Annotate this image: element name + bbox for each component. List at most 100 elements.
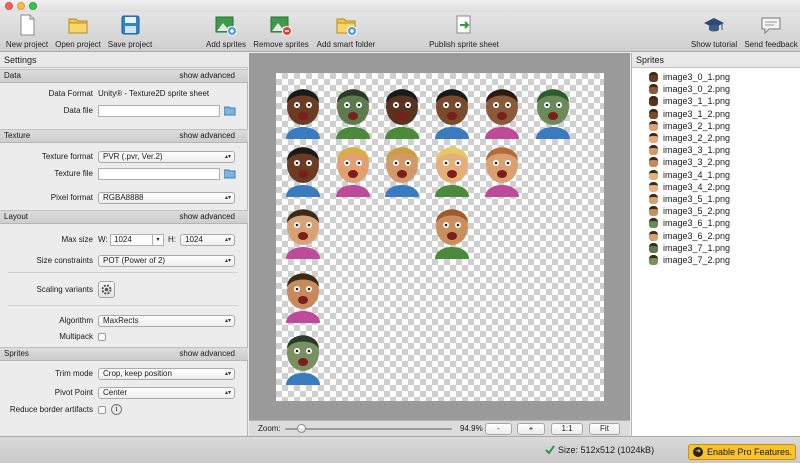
sprite-list-item[interactable]: image3_7_2.png [649,254,730,266]
chevron-down-icon[interactable]: ▾ [152,235,163,245]
zoom-window-button[interactable] [29,2,37,10]
sprite-image[interactable] [278,323,328,385]
open-project-button[interactable]: Open project [53,14,103,50]
send-feedback-button[interactable]: Send feedback [744,14,798,50]
sprite-list-item[interactable]: image3_5_1.png [649,193,730,205]
zoom-out-button[interactable]: - [485,423,512,435]
sprite-image[interactable] [377,77,427,139]
sprite-list-item[interactable]: image3_3_2.png [649,156,730,168]
sprites-panel-title: Sprites [632,53,800,68]
data-show-advanced-link[interactable]: show advanced [179,70,235,82]
data-file-input[interactable] [98,105,220,117]
zoom-fit-button[interactable]: Fit [589,423,620,435]
sprite-list-item[interactable]: image3_0_1.png [649,71,730,83]
enable-pro-features-button[interactable]: ➜ Enable Pro Features. [688,444,796,460]
publish-icon [453,14,475,36]
multipack-checkbox[interactable] [98,333,106,341]
pivot-point-value: Center [103,388,128,397]
max-width-combo[interactable]: 1024 ▾ [110,234,164,246]
pixel-format-select[interactable]: RGBA8888 ▴▾ [98,192,235,204]
sprite-list-item[interactable]: image3_6_2.png [649,230,730,242]
texture-file-input[interactable] [98,168,220,180]
algorithm-select[interactable]: MaxRects ▴▾ [98,315,235,327]
sprite-list-item[interactable]: image3_4_1.png [649,169,730,181]
reduce-border-checkbox[interactable] [98,406,106,414]
trim-mode-select[interactable]: Crop, keep position ▴▾ [98,368,235,380]
zoom-value: 94.9% [460,424,483,433]
sprite-list-item[interactable]: image3_0_2.png [649,83,730,95]
folder-icon [67,14,89,36]
zoom-slider-thumb[interactable] [297,424,306,433]
data-format-value[interactable]: Unity® - Texture2D sprite sheet [98,87,209,101]
sprite-image[interactable] [477,77,527,139]
remove-sprites-label: Remove sprites [253,40,309,49]
new-project-button[interactable]: New project [4,14,50,50]
sprite-sheet-preview[interactable] [276,73,604,401]
chevron-updown-icon: ▴▾ [224,371,231,377]
sprite-list-item[interactable]: image3_2_2.png [649,132,730,144]
sprite-image[interactable] [328,135,378,197]
sprite-image[interactable] [278,135,328,197]
sprites-show-advanced-link[interactable]: show advanced [179,348,235,360]
scaling-variants-button[interactable] [98,281,115,298]
sprite-image[interactable] [528,77,578,139]
texture-file-folder-icon[interactable] [223,169,236,179]
trim-mode-value: Crop, keep position [103,369,172,378]
scaling-variants-label: Scaling variants [36,285,93,294]
speech-bubble-icon [760,14,782,36]
sprite-image[interactable] [278,261,328,323]
pivot-point-select[interactable]: Center ▴▾ [98,387,235,399]
layout-show-advanced-link[interactable]: show advanced [179,211,235,223]
sprite-list-item[interactable]: image3_1_1.png [649,95,730,107]
zoom-in-button[interactable]: + [517,423,545,435]
sprite-list-item[interactable]: image3_4_2.png [649,181,730,193]
settings-title: Settings [0,53,248,68]
sprite-image[interactable] [427,77,477,139]
sprite-list-item[interactable]: image3_7_1.png [649,242,730,254]
arrow-right-icon: ➜ [693,447,703,457]
sprite-image[interactable] [278,77,328,139]
graduation-cap-icon [703,14,725,36]
add-image-icon [215,14,237,36]
sprite-image[interactable] [427,135,477,197]
chevron-updown-icon: ▴▾ [224,154,231,160]
sprite-image[interactable] [377,135,427,197]
save-project-button[interactable]: Save project [107,14,153,50]
max-height-select[interactable]: 1024 ▴▾ [180,234,235,246]
show-tutorial-label: Show tutorial [690,40,738,49]
sprite-filename: image3_6_2.png [663,230,731,241]
remove-sprites-button[interactable]: Remove sprites [253,14,309,50]
sprite-list-item[interactable]: image3_3_1.png [649,144,730,156]
show-tutorial-button[interactable]: Show tutorial [689,14,739,50]
sprite-list-item[interactable]: image3_1_2.png [649,108,730,120]
publish-sprite-sheet-button[interactable]: Publish sprite sheet [428,14,500,50]
data-format-label: Data Format [48,89,93,98]
texture-show-advanced-link[interactable]: show advanced [179,130,235,142]
data-file-folder-icon[interactable] [223,106,236,116]
sprite-image[interactable] [427,197,477,259]
zoom-slider-track[interactable] [285,428,452,430]
chevron-updown-icon: ▴▾ [224,258,231,264]
sprite-list-item[interactable]: image3_5_2.png [649,205,730,217]
close-window-button[interactable] [5,2,13,10]
sprites-section-header: Sprites show advanced [0,347,248,361]
minimize-window-button[interactable] [17,2,25,10]
sprite-filename: image3_0_1.png [663,72,731,82]
sprite-image[interactable] [328,77,378,139]
size-constraints-select[interactable]: POT (Power of 2) ▴▾ [98,255,235,267]
sprite-image[interactable] [477,135,527,197]
save-project-label: Save project [107,40,153,49]
status-bar: Size: 512x512 (1024kB) ➜ Enable Pro Feat… [0,436,800,463]
add-sprites-button[interactable]: Add sprites [204,14,248,50]
gear-icon [101,284,112,295]
sprite-filename: image3_5_1.png [663,194,731,204]
checkmark-icon [545,445,555,457]
sprite-image[interactable] [278,197,328,259]
sprite-list-item[interactable]: image3_2_1.png [649,120,730,132]
add-smart-folder-button[interactable]: Add smart folder [314,14,378,50]
zoom-one-to-one-button[interactable]: 1:1 [551,423,583,435]
texture-format-select[interactable]: PVR (.pvr, Ver.2) ▴▾ [98,151,235,163]
chevron-updown-icon: ▴▾ [224,237,231,243]
info-icon[interactable]: i [111,404,122,415]
sprite-list-item[interactable]: image3_6_1.png [649,217,730,229]
